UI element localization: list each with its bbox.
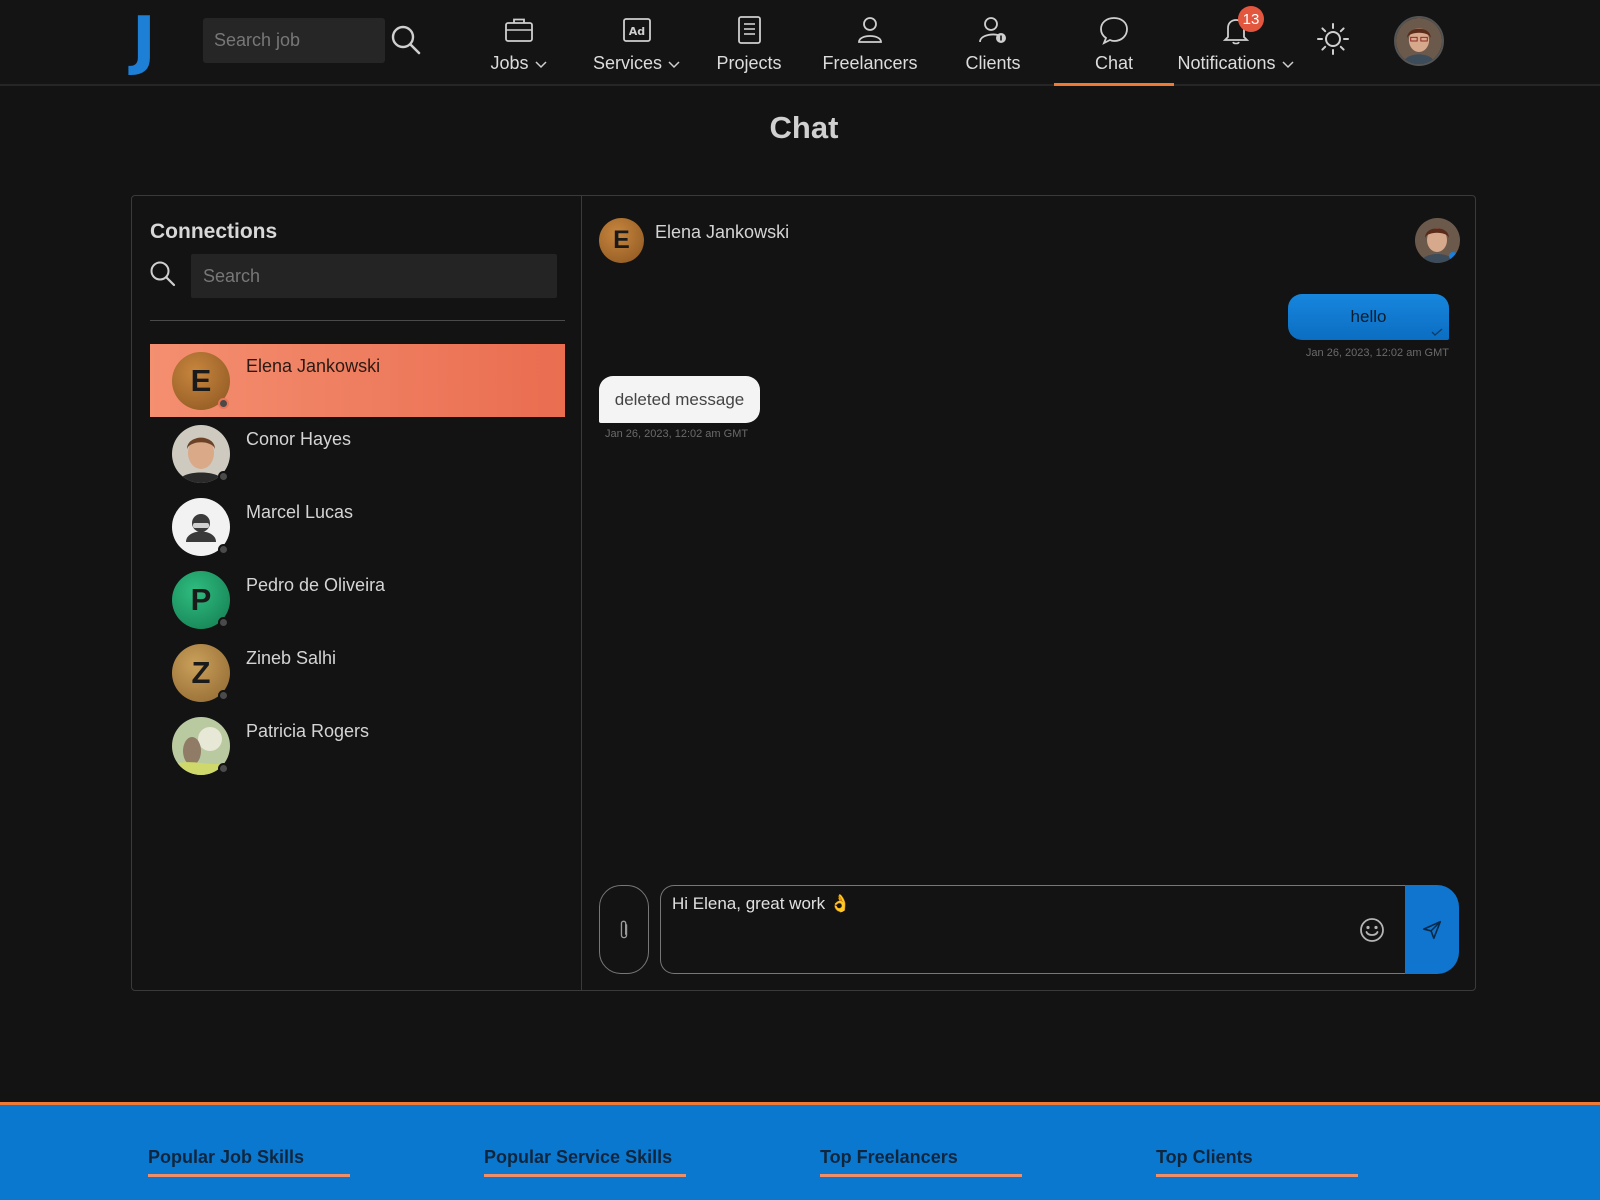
nav-notifications[interactable]: Notifications [1174, 0, 1298, 84]
contact-item-conor-hayes[interactable]: Conor Hayes [150, 417, 565, 490]
contact-name: Elena Jankowski [246, 356, 381, 376]
contact-list: E Elena Jankowski Conor Hayes Marcel Luc… [150, 344, 565, 782]
contact-name: Zineb Salhi [246, 648, 337, 668]
send-icon [1422, 920, 1442, 939]
person-icon [858, 17, 882, 43]
footer: Popular Job Skills Popular Service Skill… [0, 1102, 1600, 1200]
contact-name: Marcel Lucas [246, 502, 354, 522]
chevron-down-icon [534, 60, 547, 68]
send-button[interactable] [1405, 885, 1459, 974]
page-title: Chat [769, 110, 839, 145]
footer-column-top-freelancers: Top Freelancers [820, 1147, 1022, 1177]
status-dot [218, 617, 229, 628]
contact-name: Conor Hayes [246, 429, 352, 449]
ad-icon: Ad [623, 18, 651, 42]
contact-name: Pedro de Oliveira [246, 575, 386, 595]
contact-item-zineb-salhi[interactable]: Z Zineb Salhi [150, 636, 565, 709]
avatar-initial: E [190, 363, 212, 398]
heading-underline [484, 1174, 686, 1177]
message-timestamp: Jan 26, 2023, 12:02 am GMT [1305, 347, 1449, 359]
attach-file-button[interactable] [599, 885, 649, 974]
document-list-icon [738, 16, 761, 44]
chevron-down-icon [1281, 60, 1294, 68]
avatar-initial: Z [191, 655, 211, 690]
contact-item-pedro-de-oliveira[interactable]: P Pedro de Oliveira [150, 563, 565, 636]
heading-underline [148, 1174, 350, 1177]
nav-clients[interactable]: Clients [958, 0, 1028, 84]
status-dot [218, 763, 229, 774]
nav-chat-label: Chat [1094, 53, 1134, 73]
heading-underline [820, 1174, 1022, 1177]
nav-clients-label: Clients [965, 53, 1021, 73]
contact-item-patricia-rogers[interactable]: Patricia Rogers [150, 709, 565, 782]
message-timestamp: Jan 26, 2023, 12:02 am GMT [605, 428, 749, 440]
conversation-pane: E Elena Jankowski hello Jan 26, 2023, 12… [582, 196, 1476, 990]
search-icon[interactable] [390, 24, 422, 56]
nav-services[interactable]: Ad Services [582, 0, 692, 84]
nav-projects-label: Projects [716, 53, 782, 73]
contact-item-elena-jankowski[interactable]: E Elena Jankowski [150, 344, 565, 417]
status-dot [218, 471, 229, 482]
nav-freelancers-label: Freelancers [822, 53, 918, 73]
current-user-avatar [1415, 218, 1460, 263]
connections-search-input[interactable] [191, 254, 557, 298]
nav-jobs-label: Jobs [490, 53, 529, 73]
footer-heading: Popular Job Skills [148, 1147, 305, 1167]
chat-panel: Connections E Elena Jankowski [131, 195, 1476, 991]
avatar-initial: E [613, 226, 630, 254]
status-dot [218, 398, 229, 409]
svg-text:Ad: Ad [629, 25, 645, 38]
check-icon [1431, 328, 1443, 336]
chat-bubble-icon [1100, 17, 1128, 45]
sun-icon[interactable] [1316, 22, 1350, 56]
search-icon [150, 261, 176, 287]
conversation-contact-avatar: E [599, 218, 644, 263]
chevron-down-icon [668, 60, 680, 68]
user-photo-icon [1396, 18, 1442, 64]
notification-count-badge: 13 [1238, 6, 1264, 32]
nav-services-label: Services [592, 53, 663, 73]
connections-sidebar: Connections E Elena Jankowski [132, 196, 582, 990]
nav-projects[interactable]: Projects [714, 0, 784, 84]
paperclip-icon [620, 920, 628, 938]
footer-heading: Top Freelancers [820, 1147, 958, 1167]
search-job-input[interactable] [203, 18, 385, 63]
message-composer: Hi Elena, great work 👌 [660, 885, 1405, 974]
message-input[interactable]: Hi Elena, great work 👌 [672, 894, 1352, 964]
nav-chat[interactable]: Chat [1054, 0, 1174, 86]
message-bubble-incoming[interactable]: deleted message [599, 376, 760, 423]
nav-freelancers[interactable]: Freelancers [820, 0, 920, 84]
status-dot [218, 544, 229, 555]
footer-heading: Popular Service Skills [484, 1147, 673, 1167]
client-icon [979, 17, 1006, 43]
briefcase-icon [505, 18, 533, 42]
nav-jobs[interactable]: Jobs [474, 0, 564, 84]
message-bubble-outgoing[interactable]: hello [1288, 294, 1449, 340]
avatar-initial: P [190, 582, 212, 617]
divider [150, 320, 565, 321]
footer-column-popular-service-skills: Popular Service Skills [484, 1147, 686, 1177]
top-navbar: J Jobs Ad Services [0, 0, 1600, 86]
nav-notifications-label: Notifications [1177, 53, 1276, 73]
user-photo-icon [1415, 218, 1460, 263]
footer-heading: Top Clients [1156, 1147, 1253, 1167]
contact-name: Patricia Rogers [246, 721, 370, 741]
status-dot [218, 690, 229, 701]
heading-underline [1156, 1174, 1358, 1177]
footer-column-top-clients: Top Clients [1156, 1147, 1358, 1177]
message-text: deleted message [614, 389, 745, 409]
footer-column-popular-job-skills: Popular Job Skills [148, 1147, 350, 1177]
conversation-contact-name: Elena Jankowski [655, 222, 790, 242]
connections-title: Connections [150, 220, 278, 243]
user-avatar[interactable] [1394, 16, 1444, 66]
emoji-icon[interactable] [1358, 916, 1386, 944]
message-text: hello [1350, 307, 1387, 326]
logo[interactable]: J [132, 9, 156, 73]
contact-item-marcel-lucas[interactable]: Marcel Lucas [150, 490, 565, 563]
